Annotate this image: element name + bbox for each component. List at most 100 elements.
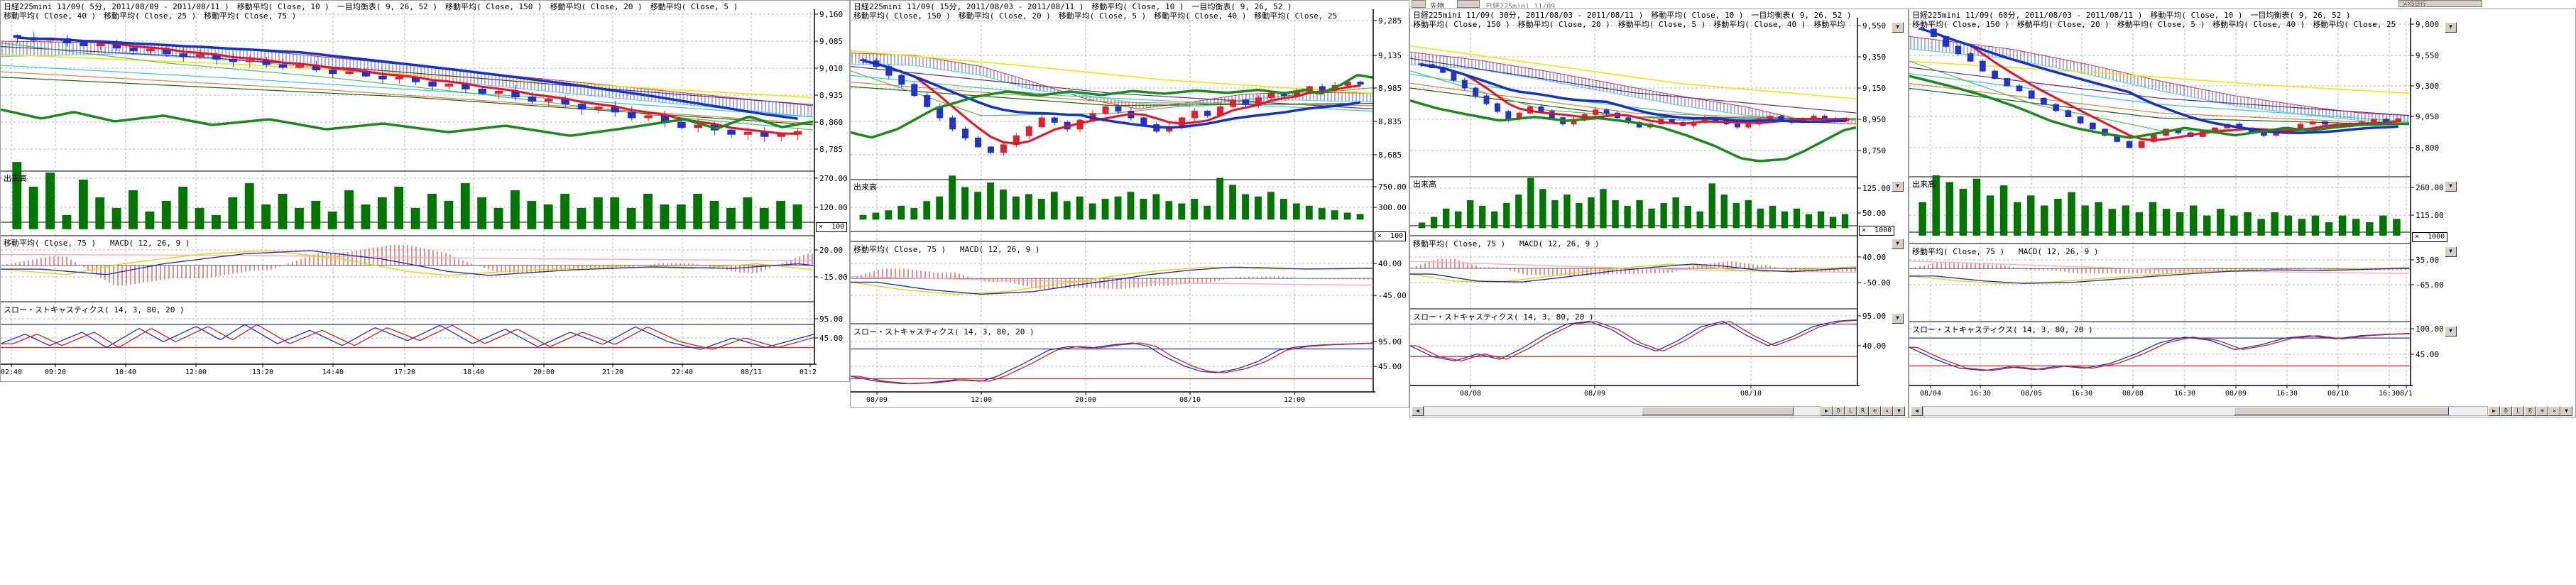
chart-window-chart-60min: 日経225mini 11/09( 60分, 2011/08/03 - 2011/… bbox=[1909, 9, 2576, 417]
pane-collapse-button[interactable]: ▼ bbox=[2445, 326, 2457, 337]
macd-pane-header: 移動平均( Close, 75 ) MACD( 12, 26, 9 ) bbox=[853, 244, 1040, 255]
price-axis-label: 9,135 bbox=[1378, 51, 1402, 60]
zoom-reset-icon[interactable]: R bbox=[1857, 406, 1869, 416]
stoch-axis-label: 100.00 bbox=[2416, 324, 2444, 334]
scroll-right-icon[interactable]: ▶ bbox=[2488, 406, 2500, 416]
time-axis-label: 08/08 bbox=[2122, 390, 2144, 398]
collapse-icon[interactable]: ▼ bbox=[2560, 406, 2572, 416]
scrollbar-thumb[interactable] bbox=[1642, 407, 1794, 415]
zoom-reset-icon[interactable]: R bbox=[2524, 406, 2536, 416]
volume-axis-label: 750.00 bbox=[1378, 182, 1407, 192]
zoom-day-icon[interactable]: D bbox=[2500, 406, 2512, 416]
horizontal-scrollbar[interactable]: ◀ ▶DLR⊕✕▼ bbox=[1412, 406, 1905, 416]
time-axis-label: 22:40 bbox=[672, 368, 693, 376]
time-axis-label: 08/10 bbox=[1179, 396, 1201, 404]
chart-header-line1: 日経225mini 11/09( 15分, 2011/08/03 - 2011/… bbox=[853, 2, 1372, 11]
stoch-axis-label: 40.00 bbox=[1862, 341, 1886, 351]
close-icon[interactable]: ✕ bbox=[2548, 406, 2560, 416]
volume-axis-label: 115.00 bbox=[2416, 211, 2444, 220]
pane-collapse-button[interactable]: ▼ bbox=[2445, 22, 2457, 33]
price-axis-label: 8,750 bbox=[1862, 146, 1886, 155]
chart-header-line2: 移動平均( Close, 150 ) 移動平均( Close, 20 ) 移動平… bbox=[1912, 20, 2409, 29]
scroll-left-icon[interactable]: ◀ bbox=[1911, 406, 1923, 416]
time-axis-row: 02:4009:2010:4012:0013:2014:4017:2018:40… bbox=[1, 368, 816, 378]
macd-axis-label: 40.00 bbox=[1378, 259, 1402, 268]
close-icon[interactable]: ✕ bbox=[1881, 406, 1893, 416]
volume-axis-label: 50.00 bbox=[1862, 209, 1886, 218]
macd-axis-label: 35.00 bbox=[2416, 256, 2439, 265]
time-axis-row: 08/0808/0908/10 bbox=[1410, 390, 1859, 400]
zoom-day-icon[interactable]: D bbox=[1833, 406, 1845, 416]
price-axis-label: 9,010 bbox=[819, 64, 843, 73]
time-axis-label: 08/10 bbox=[2327, 390, 2349, 398]
volume-unit-box: × 100 bbox=[1375, 231, 1406, 241]
zoom-long-icon[interactable]: L bbox=[1845, 406, 1857, 416]
time-axis-label: 12:00 bbox=[185, 368, 207, 376]
scroll-right-icon[interactable]: ▶ bbox=[1821, 406, 1833, 416]
scroll-left-icon[interactable]: ◀ bbox=[1412, 406, 1424, 416]
stochastics-pane-header: スロー・ストキャスティクス( 14, 3, 80, 20 ) bbox=[4, 304, 185, 315]
time-axis-label: 21:20 bbox=[602, 368, 623, 376]
price-axis-label: 8,950 bbox=[1862, 115, 1886, 124]
time-axis-row: 08/0416:3008/0516:3008/0816:3008/0916:30… bbox=[1909, 390, 2412, 400]
zoom-long-icon[interactable]: L bbox=[2512, 406, 2524, 416]
price-axis-label: 9,085 bbox=[819, 37, 843, 46]
chart-header-line1: 日経225mini 11/09( 5分, 2011/08/09 - 2011/0… bbox=[4, 2, 813, 11]
scrollbar-track[interactable] bbox=[1424, 406, 1821, 416]
volume-unit-box: × 1000 bbox=[1859, 226, 1894, 236]
pane-collapse-button[interactable]: ▼ bbox=[1892, 22, 1904, 33]
time-axis-label: 10:40 bbox=[115, 368, 136, 376]
time-axis-label: 12:00 bbox=[1284, 396, 1305, 404]
time-axis-label: 16:30 bbox=[2276, 390, 2298, 398]
scrollbar-thumb[interactable] bbox=[2234, 407, 2450, 415]
background-window-box[interactable] bbox=[1412, 0, 1426, 8]
time-axis-row: 08/09 12:00 20:00 08/10 12:00 bbox=[851, 396, 1375, 406]
magnify-icon[interactable]: ⊕ bbox=[1869, 406, 1881, 416]
volume-pane-label: 出来高 bbox=[1912, 178, 1936, 190]
price-axis-label: 8,800 bbox=[2416, 143, 2439, 153]
time-axis-label: 20:00 bbox=[1075, 396, 1096, 404]
time-axis-label: 08/11 bbox=[741, 368, 762, 376]
pane-collapse-button[interactable]: ▼ bbox=[2445, 246, 2457, 257]
price-axis-label: 9,050 bbox=[2416, 112, 2439, 121]
pane-collapse-button[interactable]: ▼ bbox=[1892, 239, 1904, 249]
time-axis-label: 12:00 bbox=[971, 396, 992, 404]
volume-unit-box: × 100 bbox=[816, 222, 847, 232]
tab-futures[interactable]: 先物 bbox=[1430, 0, 1444, 8]
price-axis-label: 9,285 bbox=[1378, 16, 1402, 26]
time-axis-label: 20:00 bbox=[533, 368, 555, 376]
time-axis-label: 08/09 bbox=[866, 396, 888, 404]
macd-axis-label: 20.00 bbox=[819, 246, 843, 255]
time-axis-label: 08/04 bbox=[1920, 390, 1941, 398]
price-axis-label: 9,800 bbox=[2416, 20, 2439, 29]
time-axis-label: 08/11 bbox=[2396, 390, 2412, 398]
pane-collapse-button[interactable]: ▼ bbox=[2445, 181, 2457, 192]
stoch-axis-label: 45.00 bbox=[1378, 362, 1402, 371]
stoch-axis-label: 95.00 bbox=[819, 315, 843, 324]
macd-pane-header: 移動平均( Close, 75 ) MACD( 12, 26, 9 ) bbox=[1912, 246, 2099, 257]
time-axis-label: 17:20 bbox=[394, 368, 415, 376]
stoch-axis-label: 95.00 bbox=[1378, 337, 1402, 346]
volume-axis-label: 300.00 bbox=[1378, 203, 1407, 212]
tab-chart-title[interactable]: 日経225mini 11/09 bbox=[1485, 0, 1555, 8]
background-window-box[interactable] bbox=[1457, 0, 1480, 8]
pane-collapse-button[interactable]: ▼ bbox=[1892, 181, 1904, 192]
collapse-icon[interactable]: ▼ bbox=[1893, 406, 1905, 416]
time-axis-label: 08/10 bbox=[1740, 390, 1762, 398]
scrollbar-track[interactable] bbox=[1923, 406, 2488, 416]
chart-header-line2: 移動平均( Close, 40 ) 移動平均( Close, 25 ) 移動平均… bbox=[4, 11, 813, 21]
corner-button[interactable]: メX5日行 bbox=[2398, 0, 2482, 7]
volume-axis-label: 270.00 bbox=[819, 174, 848, 183]
volume-axis-label: 120.00 bbox=[819, 203, 848, 212]
price-axis-label: 9,550 bbox=[1862, 21, 1886, 31]
pane-collapse-button[interactable]: ▼ bbox=[1892, 313, 1904, 324]
chart-header-line1: 日経225mini 11/09( 30分, 2011/08/03 - 2011/… bbox=[1413, 11, 1856, 20]
time-axis-label: 13:20 bbox=[252, 368, 273, 376]
price-axis-label: 9,550 bbox=[2416, 51, 2439, 60]
time-axis-label: 16:30 bbox=[2174, 390, 2195, 398]
magnify-icon[interactable]: ⊕ bbox=[2536, 406, 2548, 416]
price-axis-label: 9,350 bbox=[1862, 53, 1886, 62]
volume-axis-label: 125.00 bbox=[1862, 184, 1891, 193]
time-axis-label: 18:40 bbox=[463, 368, 484, 376]
horizontal-scrollbar[interactable]: ◀ ▶DLR⊕✕▼ bbox=[1911, 406, 2572, 416]
